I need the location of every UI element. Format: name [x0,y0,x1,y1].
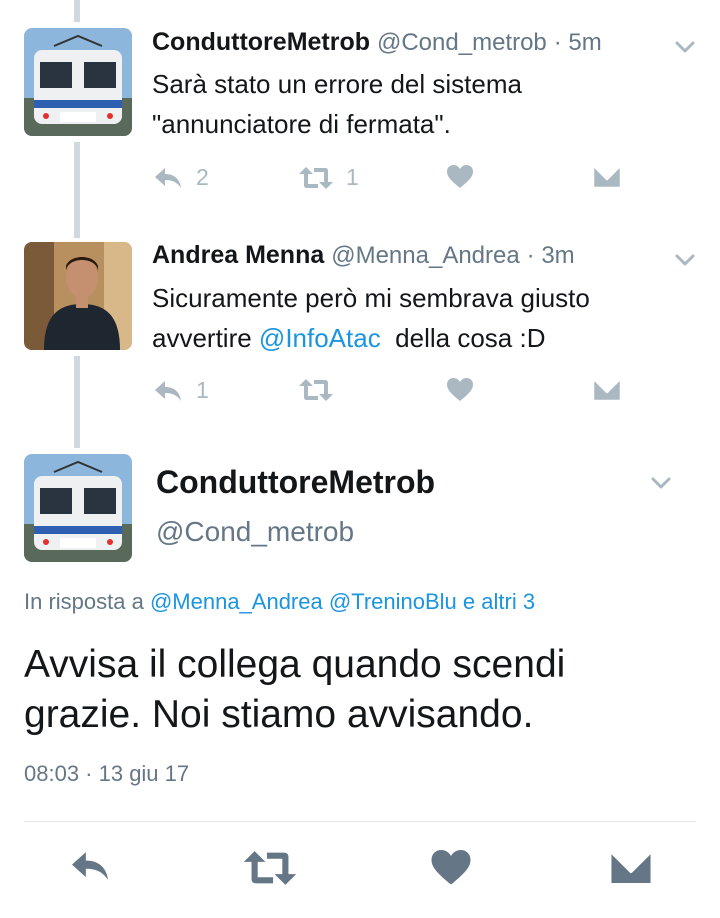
mention-link[interactable]: @InfoAtac [259,323,381,353]
thread-line-top [74,0,80,22]
chevron-down-icon[interactable] [670,32,700,62]
reply-button[interactable]: 2 [152,164,209,191]
reply-icon [155,167,181,188]
retweet-button[interactable]: 1 [298,164,359,191]
envelope-icon [592,164,622,190]
tweet-text-line: Sicuramente però mi sembrava giusto [152,283,590,313]
retweet-icon [243,851,297,885]
text-segment: della cosa :D [380,323,546,353]
like-button[interactable] [446,377,474,403]
train-avatar[interactable] [24,454,132,562]
envelope-icon [592,377,622,403]
author-handle[interactable]: @Menna_Andrea [331,242,519,269]
tweet-text-line: Avvisa il collega quando scendi [24,643,566,686]
retweet-count: 1 [346,164,359,190]
author-name[interactable]: ConduttoreMetrob [156,464,435,501]
heart-icon [447,165,473,188]
retweet-icon [299,379,333,401]
message-button[interactable] [592,164,622,190]
tweet-text-line: avvertire @InfoAtac della cosa :D [152,318,692,358]
retweet-button[interactable] [242,848,298,888]
reply-icon [155,380,181,401]
heart-icon [447,378,473,401]
tweet-timestamp[interactable]: 08:03 · 13 giu 17 [24,761,189,787]
like-button[interactable] [430,848,472,888]
person-avatar[interactable] [24,242,132,350]
reply-prefix: In risposta a [24,589,150,614]
mention-link[interactable]: @TreninoBlu [329,589,457,614]
reply-count: 1 [196,377,209,403]
heart-icon [431,850,471,885]
author-name[interactable]: Andrea Menna [152,241,324,269]
retweet-icon [299,166,333,189]
tweet-text-line: "annunciatore di fermata". [152,109,451,139]
envelope-icon [608,848,654,887]
text-segment: avvertire [152,323,259,353]
thread-line-1 [74,142,80,238]
tweet-1-header: ConduttoreMetrob @Cond_metrob · 5m [152,28,602,57]
author-name[interactable]: ConduttoreMetrob [152,28,370,56]
author-handle[interactable]: @Cond_metrob [156,516,354,548]
message-button[interactable] [592,377,622,403]
tweet-text: Sarà stato un errore del sistema "annunc… [152,64,692,144]
tweet-time[interactable]: · 5m [554,29,602,56]
reply-context: In risposta a @Menna_Andrea @TreninoBlu … [24,589,535,615]
chevron-down-icon[interactable] [670,245,700,275]
reply-count: 2 [196,164,209,190]
reply-button[interactable] [66,848,114,884]
train-avatar[interactable] [24,28,132,136]
like-button[interactable] [446,164,474,190]
tweet-text-line: Sarà stato un errore del sistema [152,69,522,99]
others-link[interactable]: e altri 3 [463,589,535,614]
tweet-text-line: grazie. Noi stiamo avvisando. [24,693,534,736]
author-handle[interactable]: @Cond_metrob [377,29,547,56]
mention-link[interactable]: @Menna_Andrea [150,589,323,614]
tweet-time[interactable]: · 3m [527,242,575,269]
reply-icon [72,852,108,880]
reply-button[interactable]: 1 [152,377,209,404]
retweet-button[interactable] [298,377,334,403]
chevron-down-icon[interactable] [646,468,676,498]
message-button[interactable] [608,848,654,888]
tweet-2-header: Andrea Menna @Menna_Andrea · 3m [152,241,575,270]
tweet-text: Sicuramente però mi sembrava giusto avve… [152,278,692,358]
thread-line-2 [74,356,80,448]
divider [24,821,696,822]
tweet-text: Avvisa il collega quando scendi grazie. … [24,640,704,740]
